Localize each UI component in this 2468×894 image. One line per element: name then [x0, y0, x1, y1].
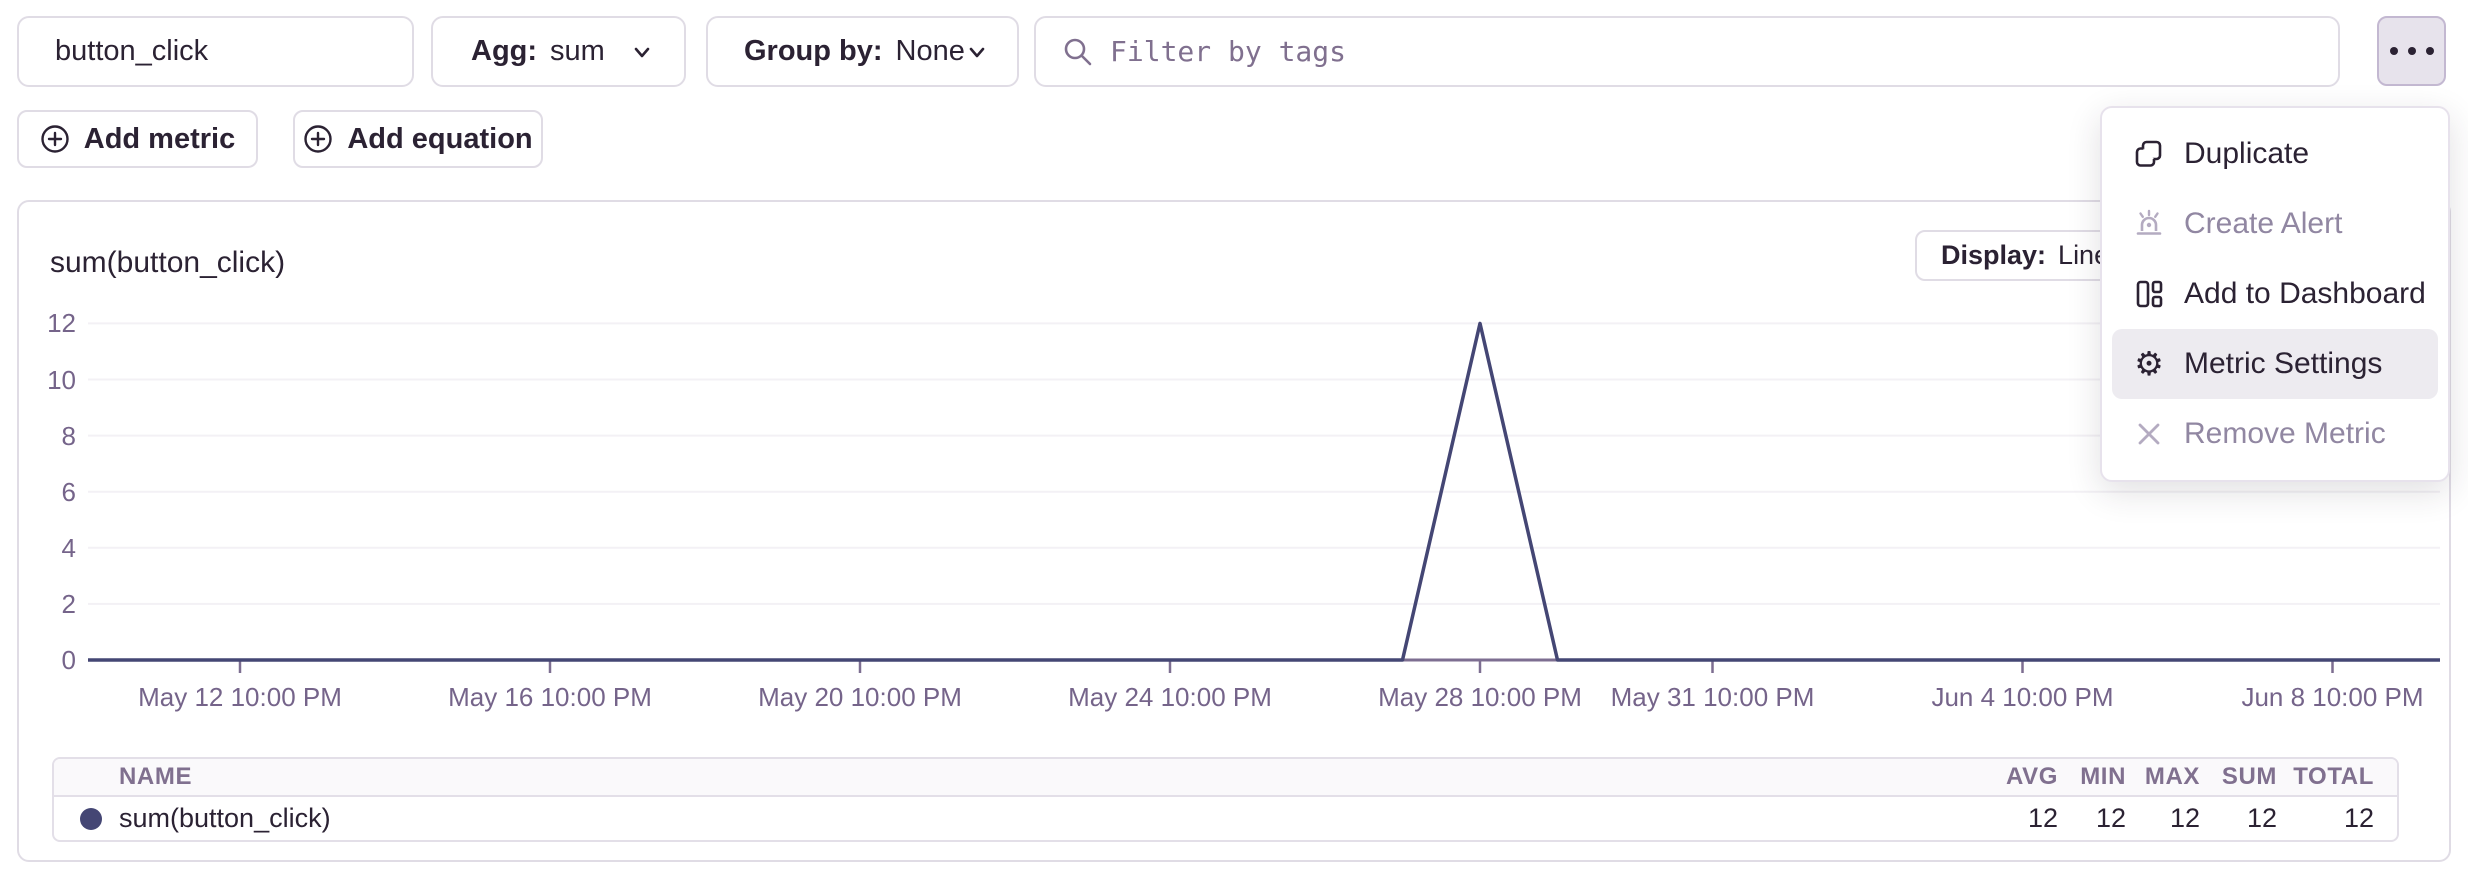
display-label: Display: [1941, 240, 2046, 271]
menu-item-create-alert: Create Alert [2112, 189, 2438, 259]
gear-icon: ⚙ [2132, 347, 2166, 381]
column-header-max: MAX [2126, 763, 2200, 791]
menu-item-duplicate[interactable]: Duplicate [2112, 119, 2438, 189]
column-header-total: TOTAL [2277, 763, 2374, 791]
cell-avg: 12 [1988, 803, 2058, 834]
x-axis-tick-label: May 16 10:00 PM [420, 682, 680, 712]
y-axis-tick-label: 4 [10, 533, 76, 563]
metrics-query-page: Agg: sum Group by: None Add [0, 0, 2468, 894]
series-name: sum(button_click) [119, 803, 331, 834]
cell-total: 12 [2277, 803, 2374, 834]
menu-item-label: Metric Settings [2184, 347, 2382, 381]
dashboard-icon [2132, 277, 2166, 311]
y-axis-tick-label: 0 [10, 645, 76, 675]
y-axis-tick-label: 2 [10, 589, 76, 619]
x-axis-tick-label: May 31 10:00 PM [1583, 682, 1843, 712]
summary-table: NAME AVG MIN MAX SUM TOTAL sum(button_cl… [52, 757, 2399, 842]
y-axis-tick-label: 8 [10, 421, 76, 451]
column-header-avg: AVG [1988, 763, 2058, 791]
column-header-sum: SUM [2200, 763, 2277, 791]
table-row[interactable]: sum(button_click) 12 12 12 12 12 [54, 797, 2397, 840]
summary-table-header: NAME AVG MIN MAX SUM TOTAL [54, 759, 2397, 797]
x-axis-tick-label: Jun 8 10:00 PM [2203, 682, 2463, 712]
menu-item-metric-settings[interactable]: ⚙ Metric Settings [2112, 329, 2438, 399]
x-axis-tick-label: May 28 10:00 PM [1350, 682, 1610, 712]
menu-item-label: Remove Metric [2184, 417, 2386, 451]
column-header-min: MIN [2058, 763, 2126, 791]
x-axis-tick-label: May 20 10:00 PM [730, 682, 990, 712]
menu-item-add-to-dashboard[interactable]: Add to Dashboard [2112, 259, 2438, 329]
y-axis-tick-label: 12 [10, 308, 76, 338]
cell-max: 12 [2126, 803, 2200, 834]
duplicate-icon [2132, 137, 2166, 171]
column-header-name: NAME [54, 763, 1988, 791]
options-menu: Duplicate Create Alert [2100, 106, 2450, 482]
menu-item-label: Duplicate [2184, 137, 2309, 171]
menu-item-remove-metric: Remove Metric [2112, 399, 2438, 469]
menu-item-label: Create Alert [2184, 207, 2342, 241]
menu-item-label: Add to Dashboard [2184, 277, 2426, 311]
cell-min: 12 [2058, 803, 2126, 834]
y-axis-tick-label: 6 [10, 477, 76, 507]
y-axis-tick-label: 10 [10, 365, 76, 395]
x-axis-tick-label: Jun 4 10:00 PM [1893, 682, 2153, 712]
x-axis-tick-label: May 12 10:00 PM [110, 682, 370, 712]
series-color-dot [80, 808, 102, 830]
alert-icon [2132, 207, 2166, 241]
x-icon [2132, 417, 2166, 451]
cell-sum: 12 [2200, 803, 2277, 834]
x-axis-tick-label: May 24 10:00 PM [1040, 682, 1300, 712]
